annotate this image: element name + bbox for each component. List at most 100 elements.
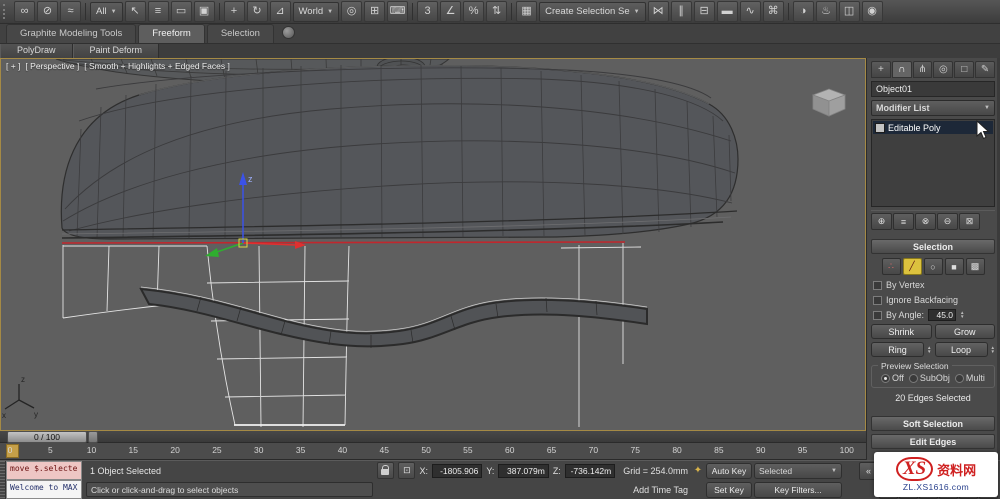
- ruler-tick[interactable]: 95: [798, 445, 807, 455]
- utilities-tab-icon[interactable]: ✎: [975, 61, 995, 78]
- preview-subobj-option[interactable]: SubObj: [908, 373, 950, 383]
- key-filters-button[interactable]: Key Filters...: [754, 481, 842, 498]
- perspective-viewport[interactable]: [ + ] [ Perspective ] [ Smooth + Highlig…: [0, 58, 866, 431]
- preview-multi-option[interactable]: Multi: [954, 373, 985, 383]
- toolbar-grip[interactable]: [3, 4, 9, 19]
- ruler-tick[interactable]: 100: [840, 445, 854, 455]
- rendered-frame-icon[interactable]: ◫: [838, 1, 860, 22]
- z-coord-field[interactable]: -736.142m: [564, 463, 616, 478]
- hierarchy-tab-icon[interactable]: ⋔: [912, 61, 933, 78]
- selection-region-icon[interactable]: ▭: [170, 1, 192, 22]
- preview-off-radio[interactable]: [881, 373, 891, 383]
- viewport-pov-menu[interactable]: [ Perspective ]: [25, 61, 79, 71]
- time-slider-next-nub[interactable]: [88, 430, 98, 443]
- loop-button[interactable]: Loop: [934, 342, 988, 357]
- soft-selection-rollout-header[interactable]: Soft Selection: [871, 416, 995, 431]
- element-subobject-icon[interactable]: ▩: [965, 258, 985, 275]
- select-and-rotate-icon[interactable]: ↻: [246, 1, 268, 22]
- tab-graphite-modeling-tools[interactable]: Graphite Modeling Tools: [6, 24, 137, 43]
- edit-edges-rollout-header[interactable]: Edit Edges: [871, 434, 995, 449]
- x-coord-field[interactable]: -1805.906: [431, 463, 483, 478]
- reference-coordinate-dropdown[interactable]: World ▼: [292, 1, 340, 22]
- named-selection-set-dropdown[interactable]: Create Selection Se ▼: [539, 1, 646, 22]
- use-pivot-center-icon[interactable]: ◎: [341, 1, 363, 22]
- percent-snap-icon[interactable]: %: [463, 1, 485, 22]
- ribbon-toggle-icon[interactable]: ▬: [716, 1, 738, 22]
- align-icon[interactable]: ∥: [670, 1, 692, 22]
- unlink-selection-icon[interactable]: ⊘: [37, 1, 58, 22]
- time-slider-handle[interactable]: 0 / 100: [7, 430, 87, 443]
- listener-output-line[interactable]: Welcome to MAX: [6, 480, 82, 499]
- by-vertex-checkbox[interactable]: [873, 280, 882, 290]
- select-by-name-icon[interactable]: ≡: [147, 1, 169, 22]
- shrink-button[interactable]: Shrink: [871, 324, 932, 339]
- add-time-tag[interactable]: Add Time Tag: [633, 485, 688, 495]
- by-angle-spinner[interactable]: ▲ ▼: [960, 310, 964, 319]
- viewport-canvas[interactable]: z z x y: [1, 59, 865, 430]
- keyboard-override-icon[interactable]: ⌨: [387, 1, 409, 22]
- by-vertex-option[interactable]: By Vertex: [871, 279, 995, 291]
- ruler-tick[interactable]: 35: [296, 445, 305, 455]
- layer-manager-icon[interactable]: ⊟: [693, 1, 715, 22]
- by-angle-field[interactable]: 45.0: [928, 309, 957, 321]
- ring-spinner[interactable]: ▲ ▼: [927, 345, 931, 354]
- polygon-subobject-icon[interactable]: ■: [944, 258, 964, 275]
- selection-lock-icon[interactable]: [377, 462, 395, 479]
- selection-filter-dropdown[interactable]: All ▼: [90, 1, 123, 22]
- border-subobject-icon[interactable]: ○: [923, 258, 943, 275]
- ruler-tick[interactable]: 80: [672, 445, 681, 455]
- object-name-field[interactable]: Object01: [871, 81, 995, 97]
- render-setup-icon[interactable]: ♨: [815, 1, 837, 22]
- tab-paint-deform[interactable]: Paint Deform: [72, 44, 160, 58]
- by-angle-option[interactable]: By Angle: 45.0 ▲ ▼: [871, 309, 995, 321]
- ruler-tick[interactable]: 40: [338, 445, 347, 455]
- preview-off-option[interactable]: Off: [881, 373, 904, 383]
- ruler-tick[interactable]: 5: [46, 445, 54, 455]
- grow-button[interactable]: Grow: [934, 324, 995, 339]
- select-and-scale-icon[interactable]: ⊿: [269, 1, 291, 22]
- ignore-backfacing-option[interactable]: Ignore Backfacing: [871, 294, 995, 306]
- ruler-tick[interactable]: 60: [505, 445, 514, 455]
- modify-tab-icon[interactable]: ∩: [891, 61, 912, 78]
- remove-modifier-icon[interactable]: ⊖: [937, 213, 958, 230]
- select-and-link-icon[interactable]: ∞: [14, 1, 35, 22]
- tab-freeform[interactable]: Freeform: [138, 24, 205, 43]
- ruler-tick[interactable]: 65: [547, 445, 556, 455]
- tab-polydraw[interactable]: PolyDraw: [0, 44, 73, 58]
- motion-tab-icon[interactable]: ◎: [933, 61, 954, 78]
- viewcube-gizmo[interactable]: [811, 88, 847, 117]
- configure-modifier-sets-icon[interactable]: ⊠: [959, 213, 980, 230]
- vertex-subobject-icon[interactable]: ∴: [881, 258, 901, 275]
- make-unique-icon[interactable]: ⊗: [915, 213, 936, 230]
- select-and-move-icon[interactable]: +: [223, 1, 245, 22]
- ruler-tick[interactable]: 25: [212, 445, 221, 455]
- ruler-tick[interactable]: 90: [756, 445, 765, 455]
- by-angle-checkbox[interactable]: [873, 310, 882, 320]
- spinner-snap-icon[interactable]: ⇅: [486, 1, 508, 22]
- select-object-icon[interactable]: ↖: [124, 1, 146, 22]
- set-key-button[interactable]: Set Key: [706, 481, 752, 498]
- ruler-tick[interactable]: 0: [6, 445, 14, 455]
- edge-subobject-icon[interactable]: ╱: [902, 258, 922, 275]
- bind-to-space-warp-icon[interactable]: ≈: [60, 1, 81, 22]
- mirror-icon[interactable]: ⋈: [647, 1, 669, 22]
- preview-multi-radio[interactable]: [954, 373, 964, 383]
- maxscript-mini-listener[interactable]: move $.selecte Welcome to MAX: [6, 461, 82, 499]
- ruler-tick[interactable]: 50: [421, 445, 430, 455]
- stack-item-editable-poly[interactable]: Editable Poly: [873, 121, 993, 134]
- select-and-manipulate-icon[interactable]: ⊞: [364, 1, 386, 22]
- ribbon-options-button[interactable]: [281, 26, 295, 39]
- key-mode-dropdown[interactable]: Selected ▼: [754, 462, 842, 479]
- ruler-tick[interactable]: 85: [714, 445, 723, 455]
- listener-macro-line[interactable]: move $.selecte: [6, 461, 82, 480]
- snaps-toggle-icon[interactable]: 3: [417, 1, 439, 22]
- loop-spinner[interactable]: ▲ ▼: [991, 345, 995, 354]
- tab-selection[interactable]: Selection: [206, 24, 274, 43]
- edit-selection-sets-icon[interactable]: ▦: [516, 1, 538, 22]
- time-slider[interactable]: 0 / 100: [0, 430, 866, 443]
- viewport-general-menu[interactable]: [ + ]: [6, 61, 20, 71]
- auto-key-button[interactable]: Auto Key: [706, 462, 752, 479]
- ignore-backfacing-checkbox[interactable]: [873, 295, 882, 305]
- preview-subobj-radio[interactable]: [908, 373, 918, 383]
- ruler-tick[interactable]: 55: [463, 445, 472, 455]
